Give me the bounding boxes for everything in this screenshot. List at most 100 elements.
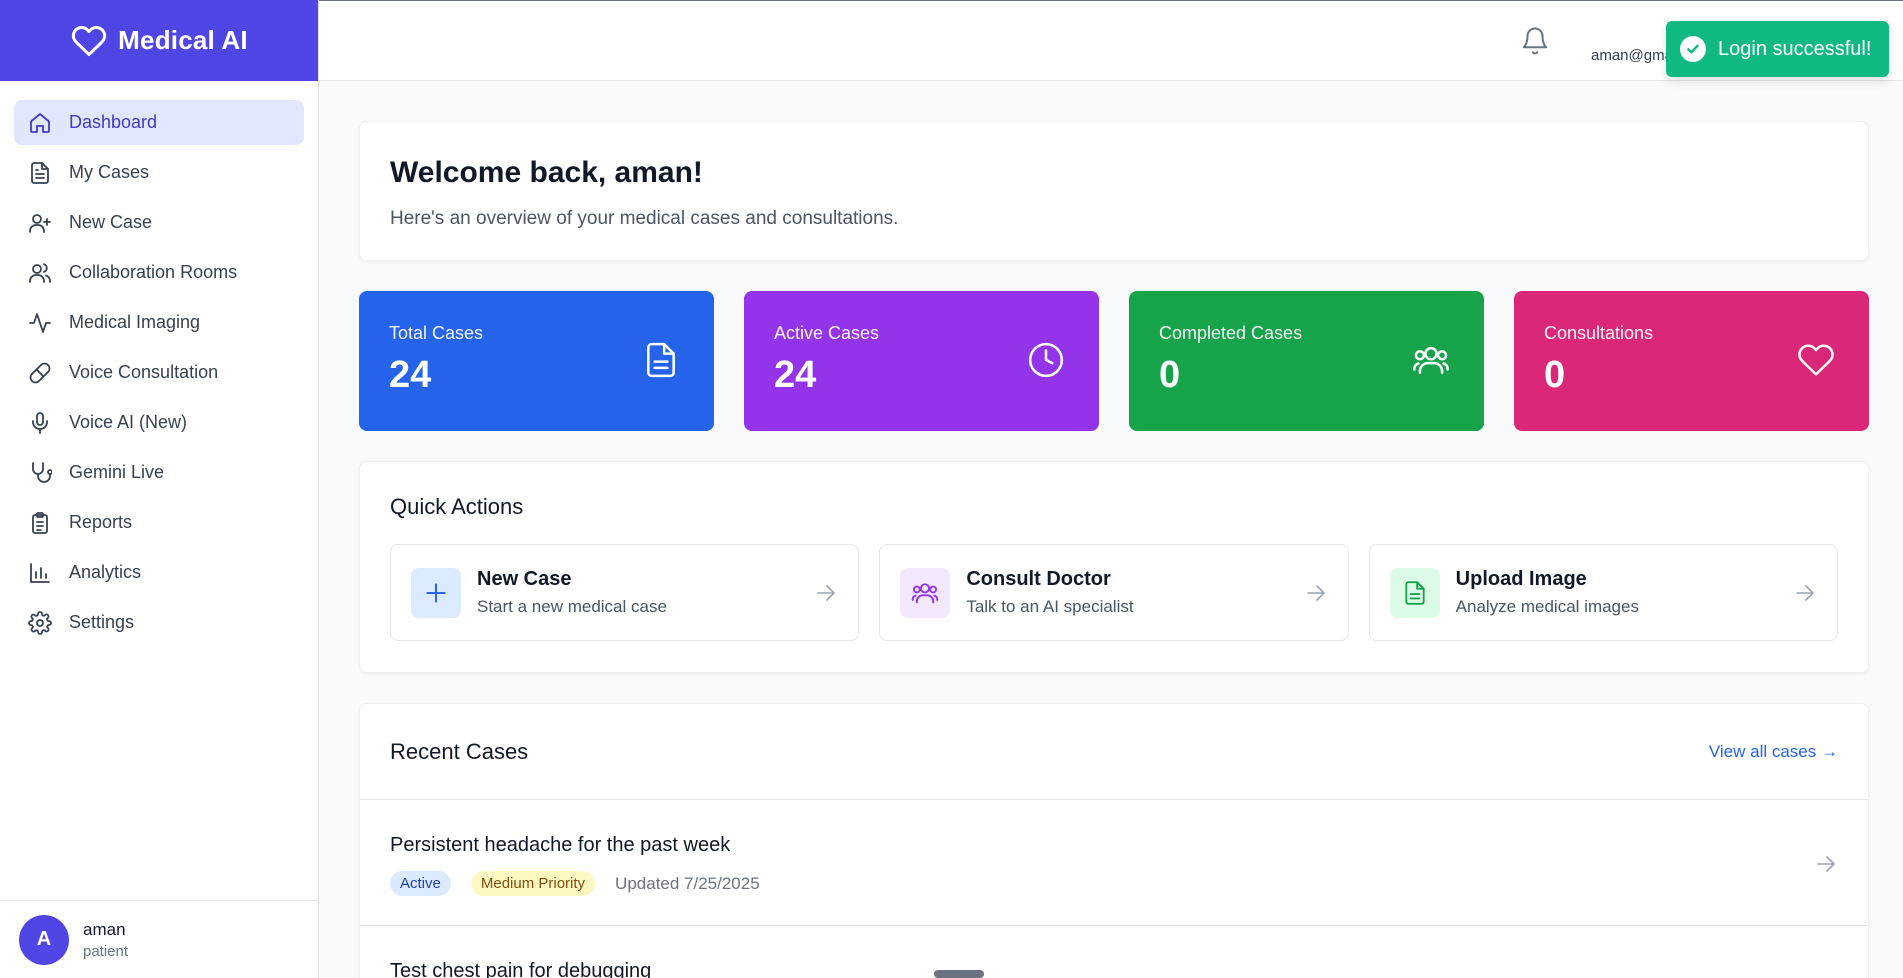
sidebar-item-label: New Case: [69, 212, 153, 232]
arrow-right-icon: [1306, 585, 1325, 601]
priority-badge: Medium Priority: [470, 871, 596, 896]
stat-active-cases: Active Cases 24: [744, 291, 1099, 431]
pill-icon: [29, 362, 51, 383]
welcome-card: Welcome back, aman! Here's an overview o…: [359, 121, 1869, 261]
quick-action-upload-image[interactable]: Upload Image Analyze medical images: [1368, 544, 1838, 641]
qa-title: Upload Image: [1455, 568, 1587, 590]
sidebar-item-settings[interactable]: Settings: [14, 600, 304, 645]
case-title: Test chest pain for debugging: [390, 960, 652, 978]
case-row[interactable]: Test chest pain for debugging: [360, 926, 1868, 978]
sidebar-item-label: Voice Consultation: [69, 362, 219, 382]
qa-subtitle: Start a new medical case: [477, 597, 667, 616]
stat-completed-cases: Completed Cases 0: [1129, 291, 1484, 431]
quick-action-consult-doctor[interactable]: Consult Doctor Talk to an AI specialist: [879, 544, 1349, 641]
sidebar-item-medical-imaging[interactable]: Medical Imaging: [14, 300, 304, 345]
avatar: A: [19, 914, 69, 965]
recent-cases-header: Recent Cases View all cases →: [360, 704, 1868, 800]
stat-value: 24: [389, 354, 432, 396]
arrow-right-icon: [1796, 585, 1814, 601]
heart-icon: [1798, 344, 1834, 376]
stat-label: Consultations: [1544, 323, 1654, 343]
sidebar-item-my-cases[interactable]: My Cases: [14, 150, 304, 195]
brand[interactable]: Medical AI: [0, 0, 318, 81]
stat-value: 0: [1544, 354, 1566, 396]
sidebar-nav: Dashboard My Cases New Case Collaboratio…: [0, 81, 318, 645]
activity-icon: [29, 312, 51, 333]
case-row[interactable]: Persistent headache for the past week Ac…: [360, 800, 1868, 926]
sidebar-item-reports[interactable]: Reports: [14, 500, 304, 545]
view-all-cases-link[interactable]: View all cases →: [1709, 742, 1838, 762]
sidebar-item-new-case[interactable]: New Case: [14, 200, 304, 245]
users-icon: [29, 262, 51, 283]
user-name: aman: [83, 919, 126, 939]
sidebar-item-voice-ai[interactable]: Voice AI (New): [14, 400, 304, 445]
user-profile[interactable]: A aman patient: [0, 900, 318, 978]
login-toast: Login successful!: [1666, 21, 1889, 77]
arrow-right-icon: [817, 585, 836, 601]
qa-subtitle: Analyze medical images: [1455, 597, 1639, 616]
stat-total-cases: Total Cases 24: [359, 291, 714, 431]
clock-icon: [1028, 342, 1064, 378]
file-text-icon: [31, 161, 49, 184]
gear-icon: [28, 610, 52, 635]
stat-value: 0: [1159, 354, 1181, 396]
sidebar-item-label: Voice AI (New): [69, 412, 188, 432]
home-icon: [30, 112, 50, 133]
plus-icon: [426, 582, 446, 603]
qa-icon-box: [900, 567, 951, 618]
bell-icon[interactable]: [1520, 25, 1550, 57]
case-meta: Active Medium Priority Updated 7/25/2025: [390, 871, 1838, 896]
stat-value: 24: [774, 354, 817, 396]
users-icon: [912, 582, 939, 603]
qa-title: New Case: [477, 568, 572, 590]
recent-cases: Recent Cases View all cases → Persistent…: [359, 703, 1869, 978]
check-circle-icon: [1680, 36, 1706, 62]
sidebar-item-label: Analytics: [69, 562, 142, 582]
main-content: Welcome back, aman! Here's an overview o…: [359, 121, 1869, 978]
quick-actions: Quick Actions New Case Start a new medic…: [359, 461, 1869, 673]
sidebar-item-label: My Cases: [69, 162, 150, 182]
sidebar-item-voice-consultation[interactable]: Voice Consultation: [14, 350, 304, 395]
sidebar-item-collaboration-rooms[interactable]: Collaboration Rooms: [14, 250, 304, 295]
file-icon: [1405, 580, 1425, 605]
arrow-right-icon: [1817, 856, 1835, 872]
sidebar-item-analytics[interactable]: Analytics: [14, 550, 304, 595]
heart-icon: [72, 25, 107, 56]
qa-title: Consult Doctor: [966, 568, 1111, 590]
qa-icon-box: [1389, 567, 1440, 618]
stat-label: Total Cases: [389, 323, 484, 343]
welcome-subtitle: Here's an overview of your medical cases…: [390, 208, 899, 229]
sidebar-item-dashboard[interactable]: Dashboard: [14, 100, 304, 145]
quick-actions-title: Quick Actions: [390, 494, 524, 519]
recent-cases-title: Recent Cases: [390, 738, 529, 764]
sidebar-item-label: Dashboard: [69, 112, 158, 132]
quick-action-new-case[interactable]: New Case Start a new medical case: [390, 544, 860, 641]
stat-consultations: Consultations 0: [1514, 291, 1869, 431]
sidebar-item-label: Medical Imaging: [69, 312, 201, 332]
clipboard-icon: [32, 511, 48, 534]
stats-row: Total Cases 24 Active Cases 24 Completed…: [359, 291, 1869, 431]
qa-icon-box: [411, 567, 461, 618]
sidebar-item-gemini-live[interactable]: Gemini Live: [14, 450, 304, 495]
file-icon: [647, 342, 675, 378]
users-icon: [1413, 346, 1449, 374]
status-badge: Active: [390, 871, 451, 896]
mic-icon: [32, 411, 48, 434]
app-title: Medical AI: [118, 25, 248, 55]
stat-label: Active Cases: [774, 323, 880, 343]
sidebar-item-label: Reports: [69, 512, 133, 532]
quick-actions-row: New Case Start a new medical case Consul…: [390, 544, 1838, 641]
stethoscope-icon: [32, 461, 52, 483]
user-email: aman@gma: [1591, 47, 1673, 64]
sidebar-item-label: Collaboration Rooms: [69, 262, 238, 282]
sidebar-item-label: Gemini Live: [69, 462, 165, 482]
case-updated: Updated 7/25/2025: [615, 873, 760, 893]
qa-subtitle: Talk to an AI specialist: [966, 597, 1134, 616]
sidebar-item-label: Settings: [69, 612, 135, 632]
user-role: patient: [83, 942, 129, 960]
bar-chart-icon: [30, 562, 50, 583]
welcome-title: Welcome back, aman!: [390, 156, 703, 189]
scroll-handle[interactable]: [934, 970, 984, 978]
user-plus-icon: [29, 213, 51, 233]
case-title: Persistent headache for the past week: [390, 834, 731, 856]
